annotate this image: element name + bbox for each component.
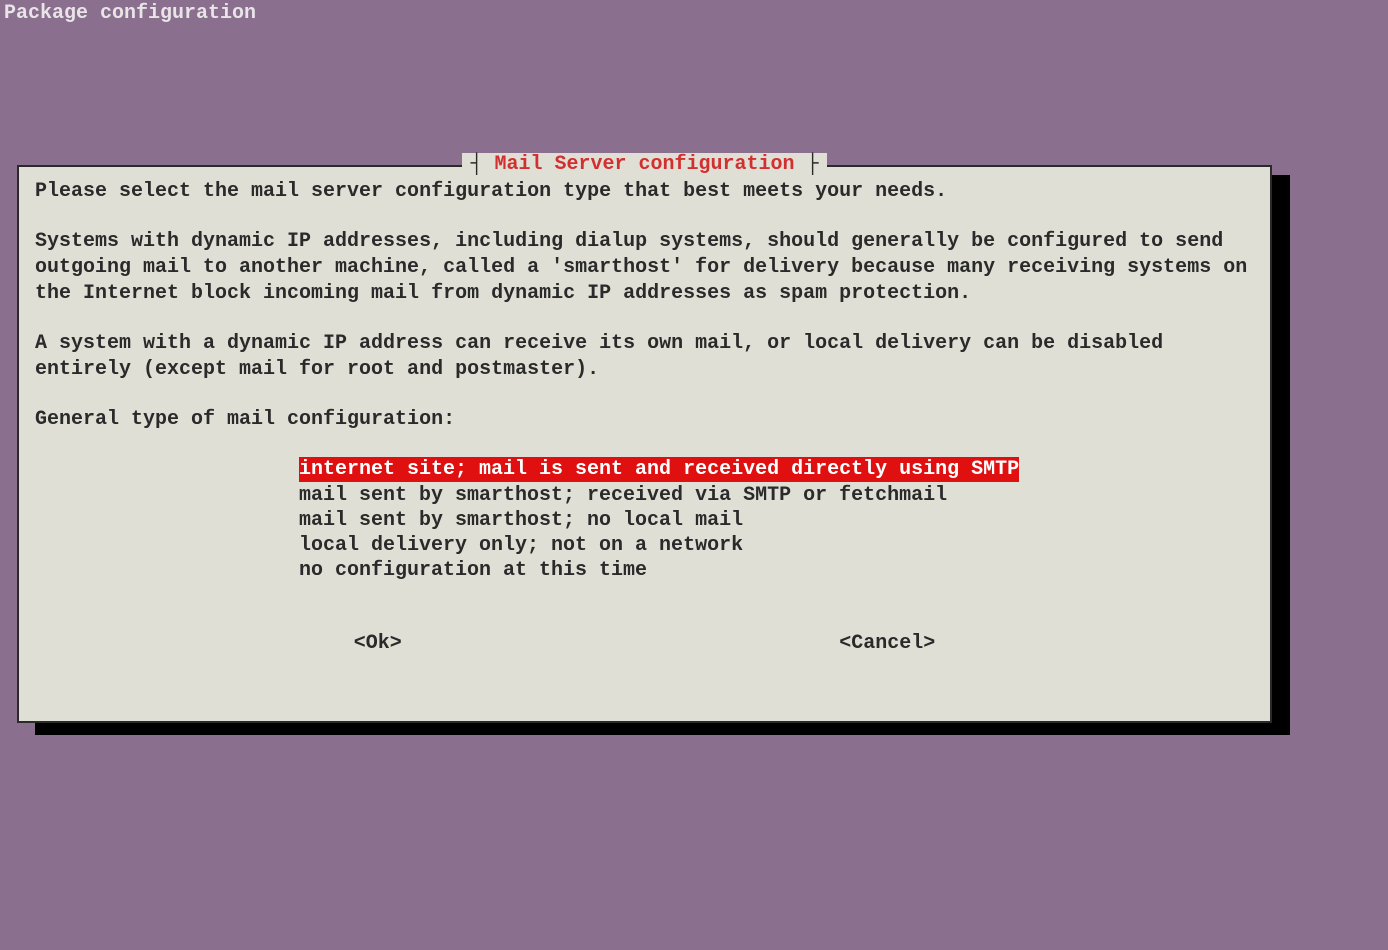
option-smarthost-fetchmail[interactable]: mail sent by smarthost; received via SMT…	[299, 483, 1254, 508]
dialog-title-bar: Mail Server configuration	[19, 153, 1270, 176]
option-local-only[interactable]: local delivery only; not on a network	[299, 533, 1254, 558]
intro-paragraph-2: Systems with dynamic IP addresses, inclu…	[35, 229, 1254, 307]
cancel-button[interactable]: <Cancel>	[839, 631, 935, 657]
mail-config-dialog: Mail Server configuration Please select …	[17, 165, 1272, 723]
option-no-config[interactable]: no configuration at this time	[299, 558, 1254, 583]
intro-paragraph-3: A system with a dynamic IP address can r…	[35, 331, 1254, 383]
header-title: Package configuration	[4, 2, 256, 25]
options-list: internet site; mail is sent and received…	[299, 457, 1254, 583]
dialog-title: Mail Server configuration	[462, 153, 826, 176]
ok-button[interactable]: <Ok>	[354, 631, 402, 657]
config-prompt: General type of mail configuration:	[35, 407, 1254, 433]
screen-header: Package configuration	[0, 0, 1388, 27]
option-smarthost-no-local[interactable]: mail sent by smarthost; no local mail	[299, 508, 1254, 533]
option-internet-site[interactable]: internet site; mail is sent and received…	[299, 457, 1019, 482]
dialog-content: Please select the mail server configurat…	[19, 167, 1270, 669]
intro-paragraph-1: Please select the mail server configurat…	[35, 179, 1254, 205]
button-row: <Ok> <Cancel>	[35, 631, 1254, 657]
